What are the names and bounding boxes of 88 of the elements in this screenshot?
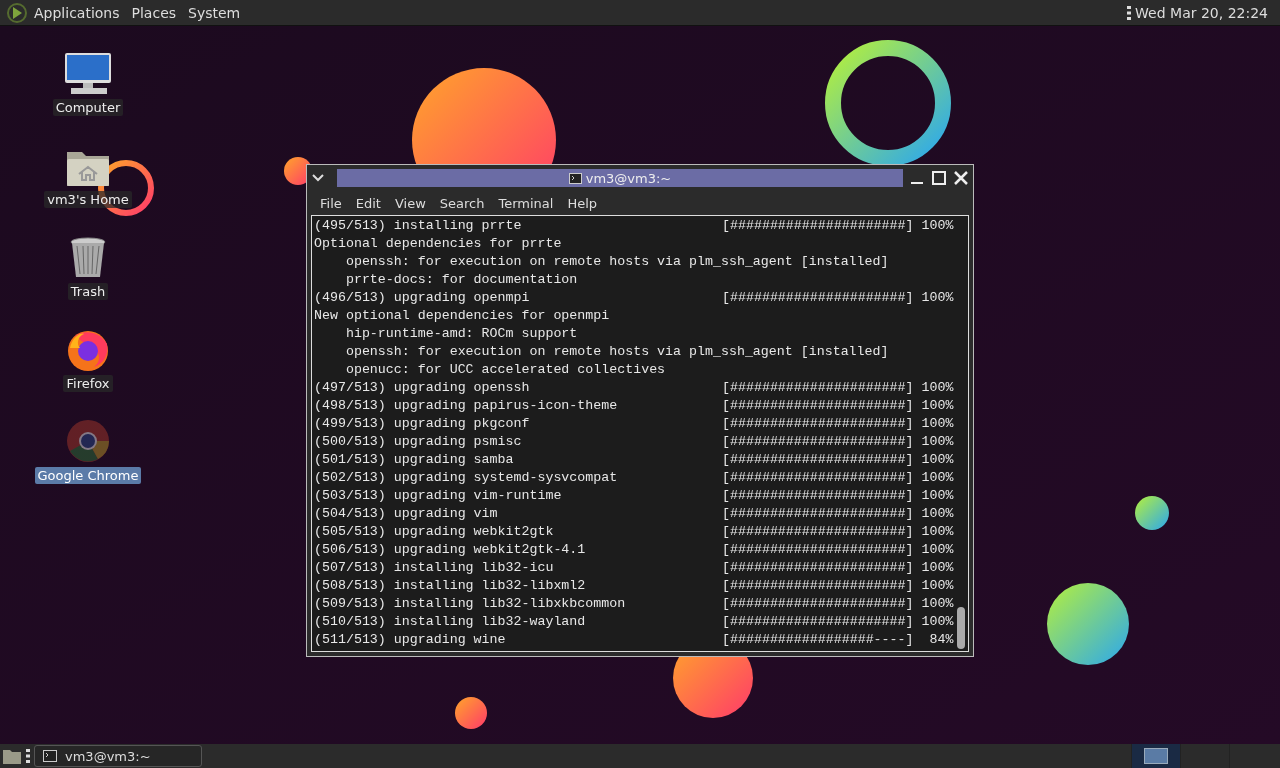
- terminal-icon: [568, 172, 582, 184]
- close-icon[interactable]: [953, 170, 969, 186]
- scrollbar-thumb[interactable]: [957, 607, 965, 649]
- terminal-line: (496/513) upgrading openmpi: [314, 289, 531, 307]
- terminal-line: prrte-docs: for documentation: [344, 271, 578, 289]
- progress-bar-text: [######################]: [722, 451, 914, 469]
- terminal-line: (504/513) upgrading vim: [314, 505, 499, 523]
- terminal-line: Optional dependencies for prrte: [314, 235, 562, 253]
- terminal-line: (506/513) upgrading webkit2gtk-4.1: [314, 541, 587, 559]
- icon-label[interactable]: Computer: [52, 99, 124, 116]
- computer-icon: [63, 52, 113, 96]
- terminal-line: (507/513) installing lib32-icu: [314, 559, 555, 577]
- percent-text: 100%: [920, 469, 954, 487]
- percent-text: 100%: [920, 559, 954, 577]
- panel-menu[interactable]: Applications: [28, 4, 126, 21]
- progress-bar-text: [######################]: [722, 433, 914, 451]
- chevron-down-icon[interactable]: [311, 173, 325, 183]
- show-desktop-icon[interactable]: [2, 747, 22, 765]
- percent-text: 100%: [920, 577, 954, 595]
- percent-text: 100%: [920, 505, 954, 523]
- percent-text: 100%: [920, 613, 954, 631]
- panel-menu[interactable]: Places: [125, 4, 183, 21]
- terminal-icon: [43, 750, 57, 762]
- icon-label[interactable]: vm3's Home: [44, 191, 132, 208]
- terminal-line: (503/513) upgrading vim-runtime: [314, 487, 563, 505]
- terminal-line: openssh: for execution on remote hosts via plm_ssh_agent [installed]: [344, 343, 889, 361]
- progress-bar-text: [######################]: [722, 559, 914, 577]
- trash-icon: [69, 236, 107, 280]
- panel-menu[interactable]: System: [182, 4, 247, 21]
- progress-bar-text: [######################]: [722, 541, 914, 559]
- menu-item[interactable]: Search: [432, 195, 492, 211]
- percent-text: 100%: [920, 541, 954, 559]
- terminal-line: (498/513) upgrading papirus-icon-theme: [314, 397, 619, 415]
- progress-bar-text: [######################]: [722, 487, 914, 505]
- percent-text: 84%: [928, 631, 954, 649]
- progress-bar-text: [######################]: [722, 469, 914, 487]
- progress-bar-text: [######################]: [722, 397, 914, 415]
- terminal-line: (510/513) installing lib32-wayland: [314, 613, 587, 631]
- percent-text: 100%: [920, 415, 954, 433]
- progress-bar-text: [######################]: [722, 379, 914, 397]
- percent-text: 100%: [920, 217, 954, 235]
- menu-item[interactable]: View: [387, 195, 433, 211]
- percent-text: 100%: [920, 487, 954, 505]
- terminal-line: (511/513) upgrading wine: [314, 631, 507, 649]
- percent-text: 100%: [920, 397, 954, 415]
- maximize-icon[interactable]: [931, 170, 947, 186]
- icon-label[interactable]: Firefox: [63, 375, 113, 392]
- handle-icon[interactable]: [1127, 4, 1132, 21]
- icon-label[interactable]: Google Chrome: [34, 467, 142, 484]
- progress-bar-text: [######################]: [722, 595, 914, 613]
- progress-bar-text: [##################----]: [722, 631, 914, 649]
- terminal-line: (509/513) installing lib32-libxkbcommon: [314, 595, 627, 613]
- percent-text: 100%: [920, 595, 954, 613]
- handle-icon[interactable]: [26, 748, 30, 764]
- terminal-line: (508/513) installing lib32-libxml2: [314, 577, 587, 595]
- menu-item[interactable]: Terminal: [491, 195, 561, 211]
- progress-bar-text: [######################]: [722, 289, 914, 307]
- progress-bar-text: [######################]: [722, 577, 914, 595]
- progress-bar-text: [######################]: [722, 523, 914, 541]
- terminal-line: openucc: for UCC accelerated collectives: [344, 361, 666, 379]
- percent-text: 100%: [920, 433, 954, 451]
- icon-label[interactable]: Trash: [67, 283, 109, 300]
- taskbar-window-button[interactable]: vm3@vm3:~: [34, 745, 202, 767]
- progress-bar-text: [######################]: [722, 217, 914, 235]
- terminal-line: hip-runtime-amd: ROCm support: [344, 325, 578, 343]
- window-title: vm3@vm3:~: [585, 170, 672, 186]
- percent-text: 100%: [920, 379, 954, 397]
- percent-text: 100%: [920, 289, 954, 307]
- terminal-line: New optional dependencies for openmpi: [314, 307, 610, 325]
- menu-item[interactable]: Help: [560, 195, 605, 211]
- terminal-line: (502/513) upgrading systemd-sysvcompat: [314, 469, 619, 487]
- progress-bar-text: [######################]: [722, 415, 914, 433]
- menu-item[interactable]: File: [313, 195, 349, 211]
- percent-text: 100%: [920, 451, 954, 469]
- terminal-line: openssh: for execution on remote hosts via plm_ssh_agent [installed]: [344, 253, 889, 271]
- percent-text: 100%: [920, 523, 954, 541]
- terminal-line: (499/513) upgrading pkgconf: [314, 415, 531, 433]
- menu-item[interactable]: Edit: [348, 195, 388, 211]
- progress-bar-text: [######################]: [722, 613, 914, 631]
- terminal-line: (501/513) upgrading samba: [314, 451, 515, 469]
- terminal-line: (500/513) upgrading psmisc: [314, 433, 523, 451]
- clock[interactable]: Wed Mar 20, 22:24: [1131, 4, 1274, 21]
- terminal-line: (505/513) upgrading webkit2gtk: [314, 523, 555, 541]
- terminal-line: (497/513) upgrading openssh: [314, 379, 531, 397]
- menu-logo-icon[interactable]: [6, 1, 28, 24]
- terminal-line: (495/513) installing prrte: [314, 217, 523, 235]
- chrome-icon: [65, 418, 111, 464]
- progress-bar-text: [######################]: [722, 505, 914, 523]
